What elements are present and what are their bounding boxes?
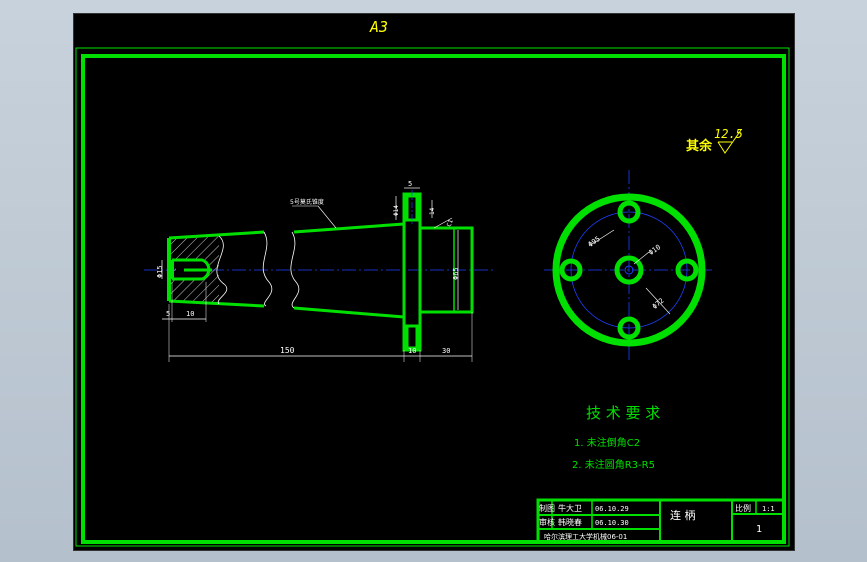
requirement-item-2: 2. 未注圆角R3-R5 (572, 458, 655, 471)
tb-row2-label: 审核 (539, 517, 555, 527)
dim-30: 30 (442, 347, 450, 355)
dim-d65: Φ65 (452, 267, 460, 280)
dim-10b: 10 (408, 347, 416, 355)
tb-scale-label: 比例 (735, 503, 751, 513)
tb-part-name: 连 柄 (670, 509, 696, 522)
flange-end-view: Φ95 Φ10 Φ72 (544, 170, 714, 362)
requirements-title: 技 术 要 求 (586, 404, 660, 422)
dim-c1: C1 (446, 218, 455, 228)
dim-circle-d95: Φ95 (587, 235, 602, 249)
roughness-prefix: 其余 (686, 138, 713, 154)
dim-circle-d72: Φ72 (651, 297, 666, 311)
shaft-side-view: Φ15 5 10 150 10 30 5 Φ14 14 C1 Φ65 5号莫氏锥… (144, 180, 494, 362)
dim-d15: Φ15 (156, 265, 164, 278)
taper-label: 5号莫氏锥度 (290, 198, 324, 206)
dim-circle-d10: Φ10 (647, 243, 662, 257)
sheet-size-label: A3 (369, 18, 388, 36)
tb-row1-name: 牛大卫 (558, 503, 582, 513)
tb-row1-label: 制图 (539, 503, 555, 513)
tb-scale-value: 1:1 (762, 505, 775, 513)
requirement-item-1: 1. 未注倒角C2 (574, 436, 640, 449)
tb-row2-date: 06.10.30 (595, 519, 629, 527)
dim-150: 150 (280, 346, 295, 355)
tb-row2-name: 韩晓春 (558, 517, 582, 527)
tb-row1-date: 06.10.29 (595, 505, 629, 513)
drawing-sheet: A3 其余 12.5 Φ15 5 10 150 10 30 5 Φ14 14 C… (73, 13, 795, 551)
technical-requirements: 技 术 要 求 1. 未注倒角C2 2. 未注圆角R3-R5 (572, 404, 660, 471)
dim-top-5: 5 (408, 180, 412, 188)
tb-school: 哈尔滨理工大学机械06-01 (544, 532, 627, 541)
dim-5: 5 (166, 310, 170, 318)
tb-qty-value: 1 (756, 524, 762, 535)
roughness-symbol: 其余 12.5 (686, 127, 743, 154)
dim-10a: 10 (186, 310, 194, 318)
dim-r14: 14 (429, 207, 436, 215)
dim-d14: Φ14 (393, 205, 400, 216)
title-block: 制图 牛大卫 06.10.29 审核 韩晓春 06.10.30 哈尔滨理工大学机… (536, 498, 786, 544)
